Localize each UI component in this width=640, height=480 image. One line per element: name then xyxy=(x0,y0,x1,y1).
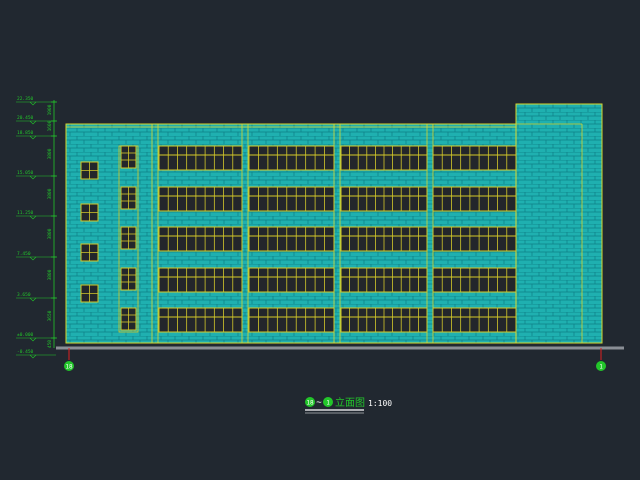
dimension-value: 3800 xyxy=(47,188,53,199)
ribbon-window xyxy=(432,145,517,171)
dimension-annotations: 22.350 20.450 18.850 15.050 11.250 7.450 3.650… xyxy=(16,96,57,359)
axis-marker-right: 1 xyxy=(596,348,606,371)
elevation-label: 18.850 xyxy=(17,130,34,136)
dimension-value: 3650 xyxy=(47,310,53,321)
axis-label-right: 1 xyxy=(599,364,603,371)
ribbon-window xyxy=(248,307,335,333)
ribbon-window xyxy=(158,186,243,212)
window-frame xyxy=(158,226,243,252)
square-window xyxy=(80,284,99,303)
stair-window xyxy=(120,267,137,291)
elevation-triangle xyxy=(29,256,37,261)
window-frame xyxy=(432,186,517,212)
window-frame xyxy=(432,226,517,252)
dimension-value: 3800 xyxy=(47,148,53,159)
window-frame xyxy=(248,186,335,212)
window-frame xyxy=(158,186,243,212)
ribbon-window xyxy=(340,307,428,333)
elevation-triangle xyxy=(29,135,37,140)
ribbon-window xyxy=(340,186,428,212)
ribbon-window xyxy=(158,307,243,333)
title-name: 立面图 xyxy=(335,396,365,409)
window-frame xyxy=(432,145,517,171)
window-frame xyxy=(432,267,517,293)
elevation-label: 7.450 xyxy=(17,251,31,257)
elevation-triangle xyxy=(29,354,37,359)
square-window xyxy=(80,203,99,222)
axis-marker-left: 18 xyxy=(64,348,74,371)
window-frame xyxy=(248,267,335,293)
ribbon-window xyxy=(158,145,243,171)
ribbon-window xyxy=(432,186,517,212)
elevation-triangle xyxy=(29,215,37,220)
stair-window xyxy=(120,307,137,331)
window-frame xyxy=(248,226,335,252)
window-frame xyxy=(432,307,517,333)
elevation-triangle xyxy=(29,120,37,125)
elevation-label: 3.650 xyxy=(17,292,31,298)
ribbon-window xyxy=(248,226,335,252)
title-connector: ~ xyxy=(316,398,322,408)
building-facade xyxy=(65,103,603,344)
ribbon-window xyxy=(248,267,335,293)
title-scale: 1:100 xyxy=(368,399,392,408)
stair-window xyxy=(120,186,137,210)
stair-tower-wall xyxy=(515,103,603,344)
dimension-values: 1900 1600 3800 3800 3800 3800 3650 450 xyxy=(47,101,57,348)
elevation-triangle xyxy=(29,175,37,180)
window-frame xyxy=(158,145,243,171)
window-frame xyxy=(158,307,243,333)
ribbon-window xyxy=(248,186,335,212)
title-end-axis: 1 xyxy=(326,400,330,407)
elevation-label: 20.450 xyxy=(17,115,34,121)
dimension-value: 1900 xyxy=(47,104,53,115)
ribbon-window xyxy=(158,267,243,293)
ribbon-window xyxy=(248,145,335,171)
dimension-value: 3800 xyxy=(47,228,53,239)
title-start-axis: 18 xyxy=(306,400,314,407)
ribbon-window xyxy=(432,267,517,293)
elevation-label: 11.250 xyxy=(17,210,34,216)
ribbon-window xyxy=(340,226,428,252)
elevation-triangle xyxy=(29,101,37,106)
dimension-value: 1600 xyxy=(47,120,53,131)
ribbon-window xyxy=(158,226,243,252)
elevation-drawing: 18 1 22.350 20.450 18.850 15.050 11.250 7.450… xyxy=(16,96,624,414)
window-frame xyxy=(158,267,243,293)
dimension-value: 3800 xyxy=(47,269,53,280)
stair-window xyxy=(120,145,137,169)
elevation-label: 15.050 xyxy=(17,170,34,176)
ribbon-window xyxy=(340,145,428,171)
ribbon-window xyxy=(432,226,517,252)
ribbon-window xyxy=(432,307,517,333)
square-window xyxy=(80,243,99,262)
elevation-triangle xyxy=(29,337,37,342)
dimension-value: 450 xyxy=(47,340,53,348)
window-frame xyxy=(248,145,335,171)
elevation-triangle xyxy=(29,297,37,302)
window-frame xyxy=(248,307,335,333)
ribbon-window xyxy=(340,267,428,293)
square-window xyxy=(80,161,99,180)
drawing-title: 18 ~ 1 立面图 1:100 xyxy=(305,396,392,414)
stair-window xyxy=(120,226,137,250)
elevation-label: 22.350 xyxy=(17,96,34,102)
elevation-label: -0.450 xyxy=(17,349,34,355)
elevation-label: ±0.000 xyxy=(17,332,34,338)
axis-label-left: 18 xyxy=(65,364,73,371)
